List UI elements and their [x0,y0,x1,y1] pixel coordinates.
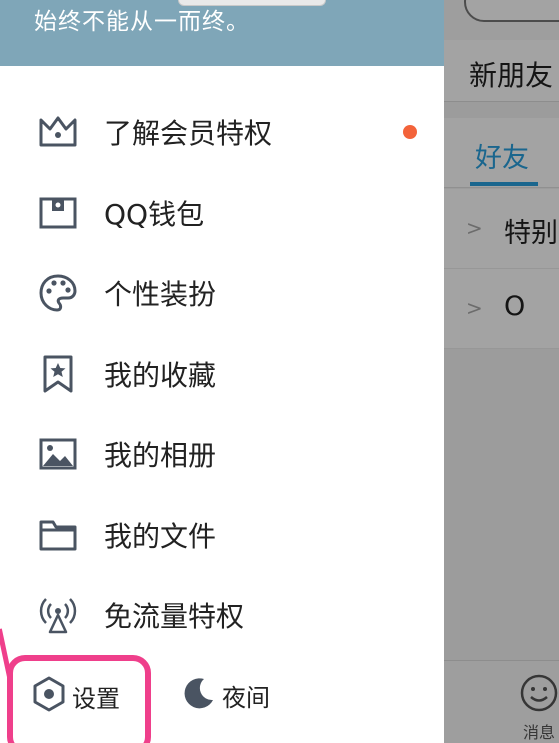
menu-item-theme[interactable]: 个性装扮 [0,253,444,334]
menu-item-vip[interactable]: 了解会员特权 [0,92,444,173]
menu-item-files[interactable]: 我的文件 [0,495,444,576]
user-signature[interactable]: 始终不能从一而终。 [34,2,250,36]
settings-highlight-box [7,655,151,743]
menu-item-label: QQ钱包 [104,197,205,231]
menu-item-label: 我的文件 [104,519,217,553]
night-mode-label: 夜间 [222,683,270,712]
drawer-menu: 了解会员特权 QQ钱包 个性装扮 我的收藏 我的相册 我的文件 免流量特权 [0,92,444,656]
signal-tower-icon [38,595,78,635]
crown-icon [38,112,78,152]
palette-icon [38,273,78,313]
menu-item-favorites[interactable]: 我的收藏 [0,334,444,415]
new-badge-dot [403,125,417,140]
menu-item-label: 免流量特权 [104,600,245,634]
wallet-icon [38,193,78,233]
menu-item-label: 个性装扮 [104,278,217,312]
menu-item-label: 我的相册 [104,439,217,473]
menu-item-label: 了解会员特权 [104,117,273,151]
side-drawer: 始终不能从一而终。 了解会员特权 QQ钱包 个性装扮 我的收藏 我的相册 我的文… [0,0,444,743]
photo-icon [38,434,78,474]
menu-item-album[interactable]: 我的相册 [0,414,444,495]
main-screen: 新朋友 好友 > 特别关心 > O 消息 [444,0,559,743]
menu-item-label: 我的收藏 [104,358,217,392]
folder-icon [38,515,78,555]
dim-overlay[interactable] [444,0,559,743]
moon-icon [182,676,216,714]
bookmark-star-icon [38,354,78,394]
drawer-header: 始终不能从一而终。 [0,0,444,66]
night-mode-button[interactable]: 夜间 [182,676,270,714]
menu-item-wallet[interactable]: QQ钱包 [0,173,444,254]
menu-item-free-data[interactable]: 免流量特权 [0,575,444,656]
